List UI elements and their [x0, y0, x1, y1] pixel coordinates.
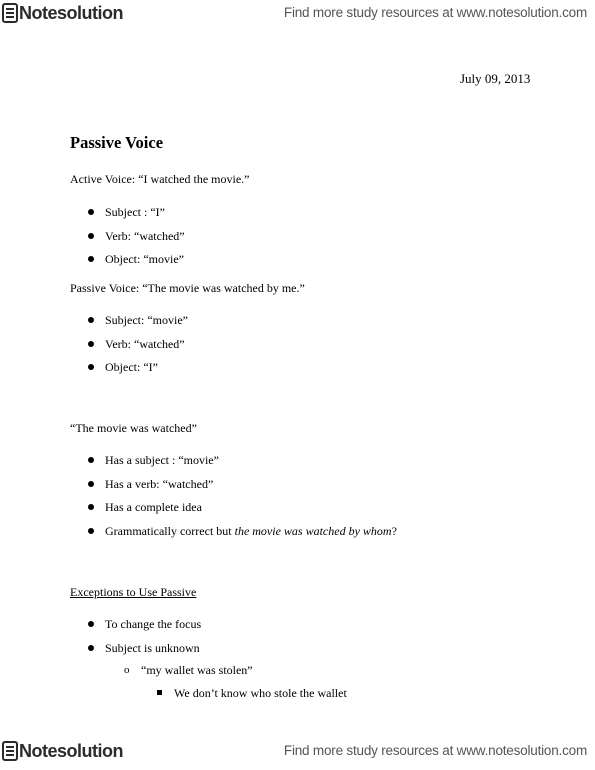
bullet-icon — [88, 504, 94, 510]
fragment-intro: “The movie was watched” — [70, 421, 197, 435]
bullet-icon — [88, 480, 94, 487]
list-item: o “my wallet was stolen” — [124, 663, 253, 677]
notesolution-logo-icon — [2, 3, 18, 23]
bullet-icon — [88, 256, 94, 262]
list-item: Has a verb: “watched” — [88, 477, 397, 501]
bottom-banner: Notesolution Find more study resources a… — [0, 738, 595, 764]
passive-voice-list: Subject: “movie” Verb: “watched” Object:… — [88, 313, 188, 384]
bullet-icon — [88, 621, 94, 627]
bullet-icon — [88, 364, 94, 370]
bullet-icon — [88, 644, 94, 651]
list-item: Grammatically correct but the movie was … — [88, 524, 397, 548]
list-item: Subject is unknown — [88, 641, 201, 665]
promo-link[interactable]: Find more study resources at www.notesol… — [284, 743, 587, 758]
bullet-icon — [88, 527, 94, 534]
italic-phrase: the movie was watched by whom — [234, 523, 392, 538]
list-item: Has a subject : “movie” — [88, 453, 397, 477]
logo-text: Notesolution — [19, 2, 124, 23]
document-title: Passive Voice — [70, 133, 164, 152]
list-item: Has a complete idea — [88, 500, 397, 524]
bullet-icon — [88, 232, 94, 239]
document-date: July 09, 2013 — [460, 71, 531, 86]
logo-text: Notesolution — [19, 740, 124, 761]
list-item: To change the focus — [88, 617, 201, 641]
list-item: Verb: “watched” — [88, 229, 185, 253]
top-banner: Notesolution Find more study resources a… — [0, 0, 595, 26]
list-item: Subject: “movie” — [88, 313, 188, 337]
fragment-list: Has a subject : “movie” Has a verb: “wat… — [88, 453, 397, 547]
bullet-icon — [88, 317, 94, 323]
bullet-icon — [88, 457, 94, 463]
list-item: Object: “movie” — [88, 252, 185, 276]
active-voice-list: Subject : “I” Verb: “watched” Object: “m… — [88, 205, 185, 276]
passive-voice-intro: Passive Voice: “The movie was watched by… — [70, 281, 305, 295]
square-bullet-icon — [157, 690, 162, 695]
list-item: We don’t know who stole the wallet — [157, 686, 347, 710]
bullet-icon — [88, 340, 94, 347]
list-item: Verb: “watched” — [88, 337, 188, 361]
notesolution-logo[interactable]: Notesolution — [2, 2, 124, 24]
exceptions-subsublist: We don’t know who stole the wallet — [157, 686, 347, 710]
bullet-icon — [88, 209, 94, 215]
exceptions-sublist: o “my wallet was stolen” — [124, 663, 253, 687]
exceptions-heading: Exceptions to Use Passive — [70, 585, 197, 599]
exceptions-list: To change the focus Subject is unknown — [88, 617, 201, 664]
hollow-circle-bullet-icon: o — [124, 664, 130, 676]
list-item: Object: “I” — [88, 360, 188, 384]
promo-link[interactable]: Find more study resources at www.notesol… — [284, 5, 587, 20]
list-item: Subject : “I” — [88, 205, 185, 229]
notesolution-logo[interactable]: Notesolution — [2, 740, 124, 762]
notesolution-logo-icon — [2, 741, 18, 761]
active-voice-intro: Active Voice: “I watched the movie.” — [70, 172, 250, 186]
